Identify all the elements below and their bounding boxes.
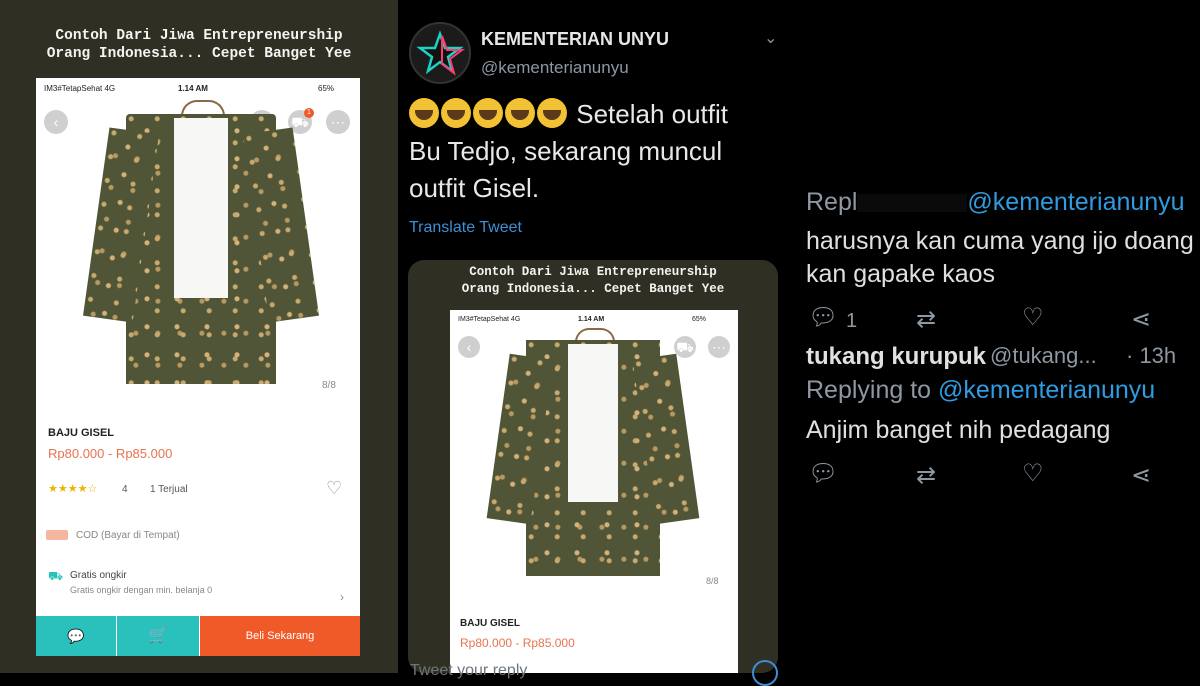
rating-stars: ★★★★☆ xyxy=(48,483,98,495)
star-logo-icon xyxy=(416,30,465,76)
free-shipping-desc: Gratis ongkir dengan min. belanja 0 xyxy=(70,585,213,595)
truck-icon: ⛟ xyxy=(48,569,64,583)
white-shirt xyxy=(174,118,228,298)
free-shipping-title: Gratis ongkir xyxy=(70,570,127,581)
tweet-image-card[interactable]: Contoh Dari Jiwa Entrepreneurship Orang … xyxy=(408,260,778,673)
tweet-text-1: Setelah outfit xyxy=(576,99,729,129)
reply-2-time: · 13h xyxy=(1126,343,1177,368)
tweet-text-2: Bu Tedjo, sekarang muncul xyxy=(409,136,723,166)
reply-1-retweet-icon[interactable]: ⇄ xyxy=(916,305,936,334)
cod-icon xyxy=(46,530,68,540)
card-white-shirt xyxy=(568,344,618,502)
product-name: BAJU GISEL xyxy=(48,427,115,439)
status-bar: IM3#TetapSehat 4G 1.14 AM 65% xyxy=(36,78,360,98)
card-battery-level: 65% xyxy=(692,316,707,323)
card-product-price: Rp80.000 - Rp85.000 xyxy=(460,636,575,650)
card-product-image xyxy=(486,328,700,578)
sold-count: 1 Terjual xyxy=(150,484,188,495)
reply-avatar-icon[interactable] xyxy=(752,660,778,686)
product-image[interactable] xyxy=(83,100,319,400)
carrier-label: IM3#TetapSehat 4G xyxy=(44,84,116,93)
reply-2-like-icon[interactable]: ♡ xyxy=(1022,459,1044,488)
crying-emoji-icon xyxy=(409,98,569,129)
reply-2-handle[interactable]: @tukang... xyxy=(990,343,1097,369)
reply-2-author[interactable]: tukang kurupuk xyxy=(806,343,986,371)
user-handle[interactable]: @kementerianunyu xyxy=(481,58,629,78)
chat-icon: 💬 xyxy=(67,628,85,644)
image-counter: 8/8 xyxy=(322,380,336,391)
tweet-line-1: Setelah outfit xyxy=(409,96,784,133)
back-button[interactable]: ‹ xyxy=(44,110,68,134)
reply-1-text-line1: harusnya kan cuma yang ijo doang xyxy=(806,227,1194,255)
reply-2-comment-icon[interactable]: 💬︎ xyxy=(808,459,838,488)
left-screenshot-panel: Contoh Dari Jiwa Entrepreneurship Orang … xyxy=(0,0,398,673)
reply-1-comment-icon[interactable]: 💬︎ xyxy=(808,303,838,332)
reply-2-replying-label: Replying to xyxy=(806,376,932,404)
phone-screen: IM3#TetapSehat 4G 1.14 AM 65% ‹ ⋖ ⛟ 1 ⋯ … xyxy=(36,78,360,656)
reply-1-reply-count: 1 xyxy=(846,310,858,332)
card-product-name: BAJU GISEL xyxy=(460,618,521,629)
redacted-block xyxy=(857,194,968,212)
translate-tweet-link[interactable]: Translate Tweet xyxy=(409,219,522,237)
reply-1-like-icon[interactable]: ♡ xyxy=(1022,303,1044,332)
reply-1-prefix: Repl xyxy=(806,188,858,216)
meme-caption: Contoh Dari Jiwa Entrepreneurship Orang … xyxy=(46,28,352,62)
avatar[interactable] xyxy=(409,22,471,84)
card-status-time: 1.14 AM xyxy=(578,316,605,323)
card-phone-screen: IM3#TetapSehat 4G 1.14 AM 65% ‹ ⛟ ⋯ 8/8 … xyxy=(450,310,738,673)
card-status-bar: IM3#TetapSehat 4G 1.14 AM 65% xyxy=(450,310,738,330)
card-meme-caption: Contoh Dari Jiwa Entrepreneurship Orang … xyxy=(461,265,725,296)
display-name[interactable]: KEMENTERIAN UNYU xyxy=(481,29,669,50)
status-time: 1.14 AM xyxy=(178,84,208,93)
reply-2-text: Anjim banget nih pedagang xyxy=(806,416,1111,444)
card-more-icon: ⋯ xyxy=(708,336,730,358)
chevron-right-icon: › xyxy=(340,590,344,604)
reply-1-share-icon[interactable]: ⋖ xyxy=(1131,305,1151,334)
battery-level: 65% xyxy=(318,84,335,93)
buy-now-button[interactable]: Beli Sekarang xyxy=(200,616,360,656)
reply-1-replying-to: Repl @kementerianunyu xyxy=(806,188,1185,217)
cod-label: COD (Bayar di Tempat) xyxy=(76,530,180,541)
reply-input[interactable]: Tweet your reply xyxy=(410,662,527,680)
rating-value: 4 xyxy=(122,484,128,495)
reply-1-text-line2: kan gapake kaos xyxy=(806,260,996,288)
card-back-icon: ‹ xyxy=(458,336,480,358)
product-price: Rp80.000 - Rp85.000 xyxy=(48,446,173,461)
heart-icon[interactable]: ♡ xyxy=(326,478,342,499)
tweet-text-3: outfit Gisel. xyxy=(409,173,540,203)
reply-2-mention-link[interactable]: @kementerianunyu xyxy=(938,376,1155,404)
more-icon[interactable]: ⋯ xyxy=(326,110,350,134)
chevron-down-icon[interactable]: ⌄ xyxy=(764,28,777,48)
chat-button[interactable]: 💬 xyxy=(36,616,116,656)
card-image-counter: 8/8 xyxy=(706,576,719,586)
reply-1-mention-link[interactable]: @kementerianunyu xyxy=(967,188,1184,216)
tweet-body: Setelah outfit Bu Tedjo, sekarang muncul… xyxy=(409,96,784,207)
card-carrier-label: IM3#TetapSehat 4G xyxy=(458,316,521,323)
add-to-cart-button[interactable]: 🛒 xyxy=(117,616,199,656)
reply-2-retweet-icon[interactable]: ⇄ xyxy=(916,461,936,490)
reply-2-share-icon[interactable]: ⋖ xyxy=(1131,461,1151,490)
reply-2-replying-to: Replying to @kementerianunyu xyxy=(806,376,1155,405)
cart-plus-icon: 🛒 xyxy=(148,627,168,644)
